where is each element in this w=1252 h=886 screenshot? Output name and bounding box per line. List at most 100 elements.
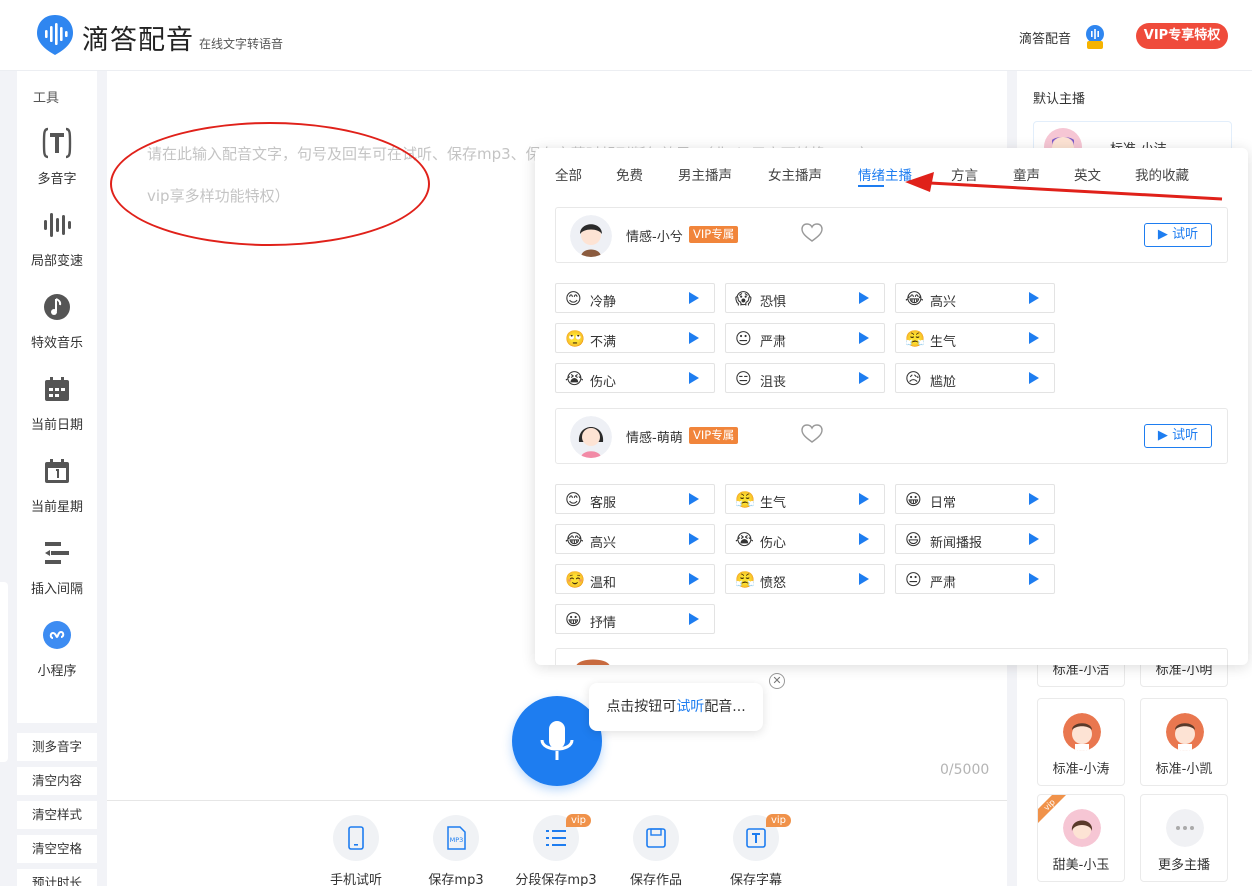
detect-polyphone-button[interactable]: 测多音字: [17, 733, 97, 761]
save-mp3-button[interactable]: MP3 保存mp3: [411, 815, 501, 886]
emotion-item[interactable]: 😂 高兴: [895, 283, 1055, 313]
clear-spaces-button[interactable]: 清空空格: [17, 835, 97, 863]
favorite-heart-icon[interactable]: [801, 223, 823, 243]
emotion-label: 严肃: [930, 576, 957, 591]
anchor-name: 标准-小涛: [1052, 762, 1110, 777]
tooltip-close-icon[interactable]: ✕: [769, 673, 785, 689]
emotion-item[interactable]: 😱 恐惧: [725, 283, 885, 313]
tab-female[interactable]: 女主播声: [768, 164, 822, 184]
anchor-card[interactable]: 标准-小凯: [1140, 698, 1228, 786]
clear-content-button[interactable]: 清空内容: [17, 767, 97, 795]
tool-effect-music[interactable]: 特效音乐: [17, 290, 97, 351]
tool-current-week[interactable]: 当前星期: [17, 454, 97, 515]
vip-privilege-button[interactable]: VIP专享特权: [1136, 23, 1228, 49]
emotion-label: 新闻播报: [930, 536, 983, 551]
play-icon[interactable]: [1029, 493, 1039, 505]
bottom-action-bar: 手机试听 MP3 保存mp3 vip 分段保存mp3 保存作品 vip 保存字幕: [107, 800, 1007, 886]
tool-label: 特效音乐: [30, 336, 83, 351]
play-icon[interactable]: [689, 372, 699, 384]
calendar-icon: [40, 372, 74, 406]
play-icon[interactable]: [859, 493, 869, 505]
emotion-item[interactable]: 😭 伤心: [555, 363, 715, 393]
play-icon[interactable]: [689, 533, 699, 545]
emotion-face-icon: 😥: [905, 369, 922, 388]
emotion-face-icon: 😊: [565, 490, 582, 509]
emotion-item[interactable]: 😐 严肃: [895, 564, 1055, 594]
emotion-face-icon: 😀: [565, 610, 582, 629]
play-icon[interactable]: [1029, 573, 1039, 585]
listen-button[interactable]: ▶ 试听: [1144, 223, 1212, 247]
tab-male[interactable]: 男主播声: [678, 164, 732, 184]
emotion-item[interactable]: 😤 愤怒: [725, 564, 885, 594]
voice-card: 情感-萌萌 VIP专属 ▶ 试听: [555, 408, 1228, 464]
estimate-duration-button[interactable]: 预计时长: [17, 869, 97, 886]
clear-style-button[interactable]: 清空样式: [17, 801, 97, 829]
save-work-button[interactable]: 保存作品: [611, 815, 701, 886]
play-icon[interactable]: [859, 533, 869, 545]
segment-save-mp3-button[interactable]: vip 分段保存mp3: [511, 814, 601, 886]
user-avatar-vip-icon[interactable]: [1084, 24, 1106, 50]
play-icon[interactable]: [859, 292, 869, 304]
play-icon[interactable]: [689, 613, 699, 625]
play-icon[interactable]: [859, 372, 869, 384]
more-anchors-card[interactable]: 更多主播: [1140, 794, 1228, 882]
emotion-item[interactable]: 😊 冷静: [555, 283, 715, 313]
tool-mini-program[interactable]: 小程序: [17, 618, 97, 679]
emotion-face-icon: 😊: [565, 289, 582, 308]
tool-label: 当前日期: [30, 418, 83, 433]
vip-badge: VIP专属: [689, 226, 739, 243]
tab-all[interactable]: 全部: [555, 164, 582, 184]
top-header: 滴答配音 在线文字转语音 滴答配音 VIP专享特权: [0, 0, 1252, 71]
tool-partial-speed[interactable]: 局部变速: [17, 208, 97, 269]
play-icon[interactable]: [859, 332, 869, 344]
emotion-item[interactable]: 😊 客服: [555, 484, 715, 514]
emotion-item[interactable]: ☺️ 温和: [555, 564, 715, 594]
user-name[interactable]: 滴答配音: [1019, 28, 1071, 47]
play-icon[interactable]: [1029, 292, 1039, 304]
brand-name[interactable]: 滴答配音: [82, 18, 194, 57]
emotion-item[interactable]: 😐 严肃: [725, 323, 885, 353]
tip-listen-link[interactable]: 试听: [676, 699, 704, 715]
emotion-item[interactable]: 😃 新闻播报: [895, 524, 1055, 554]
emotion-item[interactable]: 😂 高兴: [555, 524, 715, 554]
play-icon[interactable]: [1029, 372, 1039, 384]
avatar: [576, 659, 610, 665]
avatar: [570, 215, 612, 257]
play-icon[interactable]: [689, 573, 699, 585]
tool-current-date[interactable]: 当前日期: [17, 372, 97, 433]
anchor-name: 更多主播: [1157, 858, 1210, 873]
play-icon[interactable]: [1029, 332, 1039, 344]
listen-tooltip: 点击按钮可试听配音...: [589, 683, 763, 731]
emotion-item[interactable]: 😥 尴尬: [895, 363, 1055, 393]
subtitle-icon: [746, 828, 766, 848]
anchor-card[interactable]: vip 甜美-小玉: [1037, 794, 1125, 882]
emotion-item[interactable]: 🙄 不满: [555, 323, 715, 353]
play-icon[interactable]: [689, 332, 699, 344]
emotion-face-icon: 😤: [905, 329, 925, 348]
save-subtitle-button[interactable]: vip 保存字幕: [711, 814, 801, 886]
tools-sidebar: 工具 多音字 局部变速 特效音乐 当前日期 当前星期 插入间隔 小程序: [17, 71, 97, 723]
polyphone-icon: [40, 126, 74, 160]
emotion-item[interactable]: 😭 伤心: [725, 524, 885, 554]
emotion-item[interactable]: 😤 生气: [895, 323, 1055, 353]
favorite-heart-icon[interactable]: [801, 424, 823, 444]
action-label: 分段保存mp3: [515, 873, 597, 886]
tool-insert-pause[interactable]: 插入间隔: [17, 536, 97, 597]
play-icon[interactable]: [1029, 533, 1039, 545]
emotion-item[interactable]: 😤 生气: [725, 484, 885, 514]
anchor-card[interactable]: 标准-小涛: [1037, 698, 1125, 786]
play-icon[interactable]: [859, 573, 869, 585]
tip-text: 点击按钮可: [606, 699, 677, 715]
emotion-face-icon: 😀: [905, 490, 922, 509]
tab-free[interactable]: 免费: [616, 164, 643, 184]
play-icon[interactable]: [689, 292, 699, 304]
emotion-item[interactable]: 😀 日常: [895, 484, 1055, 514]
emotion-item[interactable]: 😀 抒情: [555, 604, 715, 634]
phone-icon: [348, 826, 364, 850]
play-icon[interactable]: [689, 493, 699, 505]
emotion-item[interactable]: 😑 沮丧: [725, 363, 885, 393]
svg-text:MP3: MP3: [450, 836, 464, 844]
tool-polyphone[interactable]: 多音字: [17, 126, 97, 187]
phone-listen-button[interactable]: 手机试听: [311, 815, 401, 886]
listen-button[interactable]: ▶ 试听: [1144, 424, 1212, 448]
